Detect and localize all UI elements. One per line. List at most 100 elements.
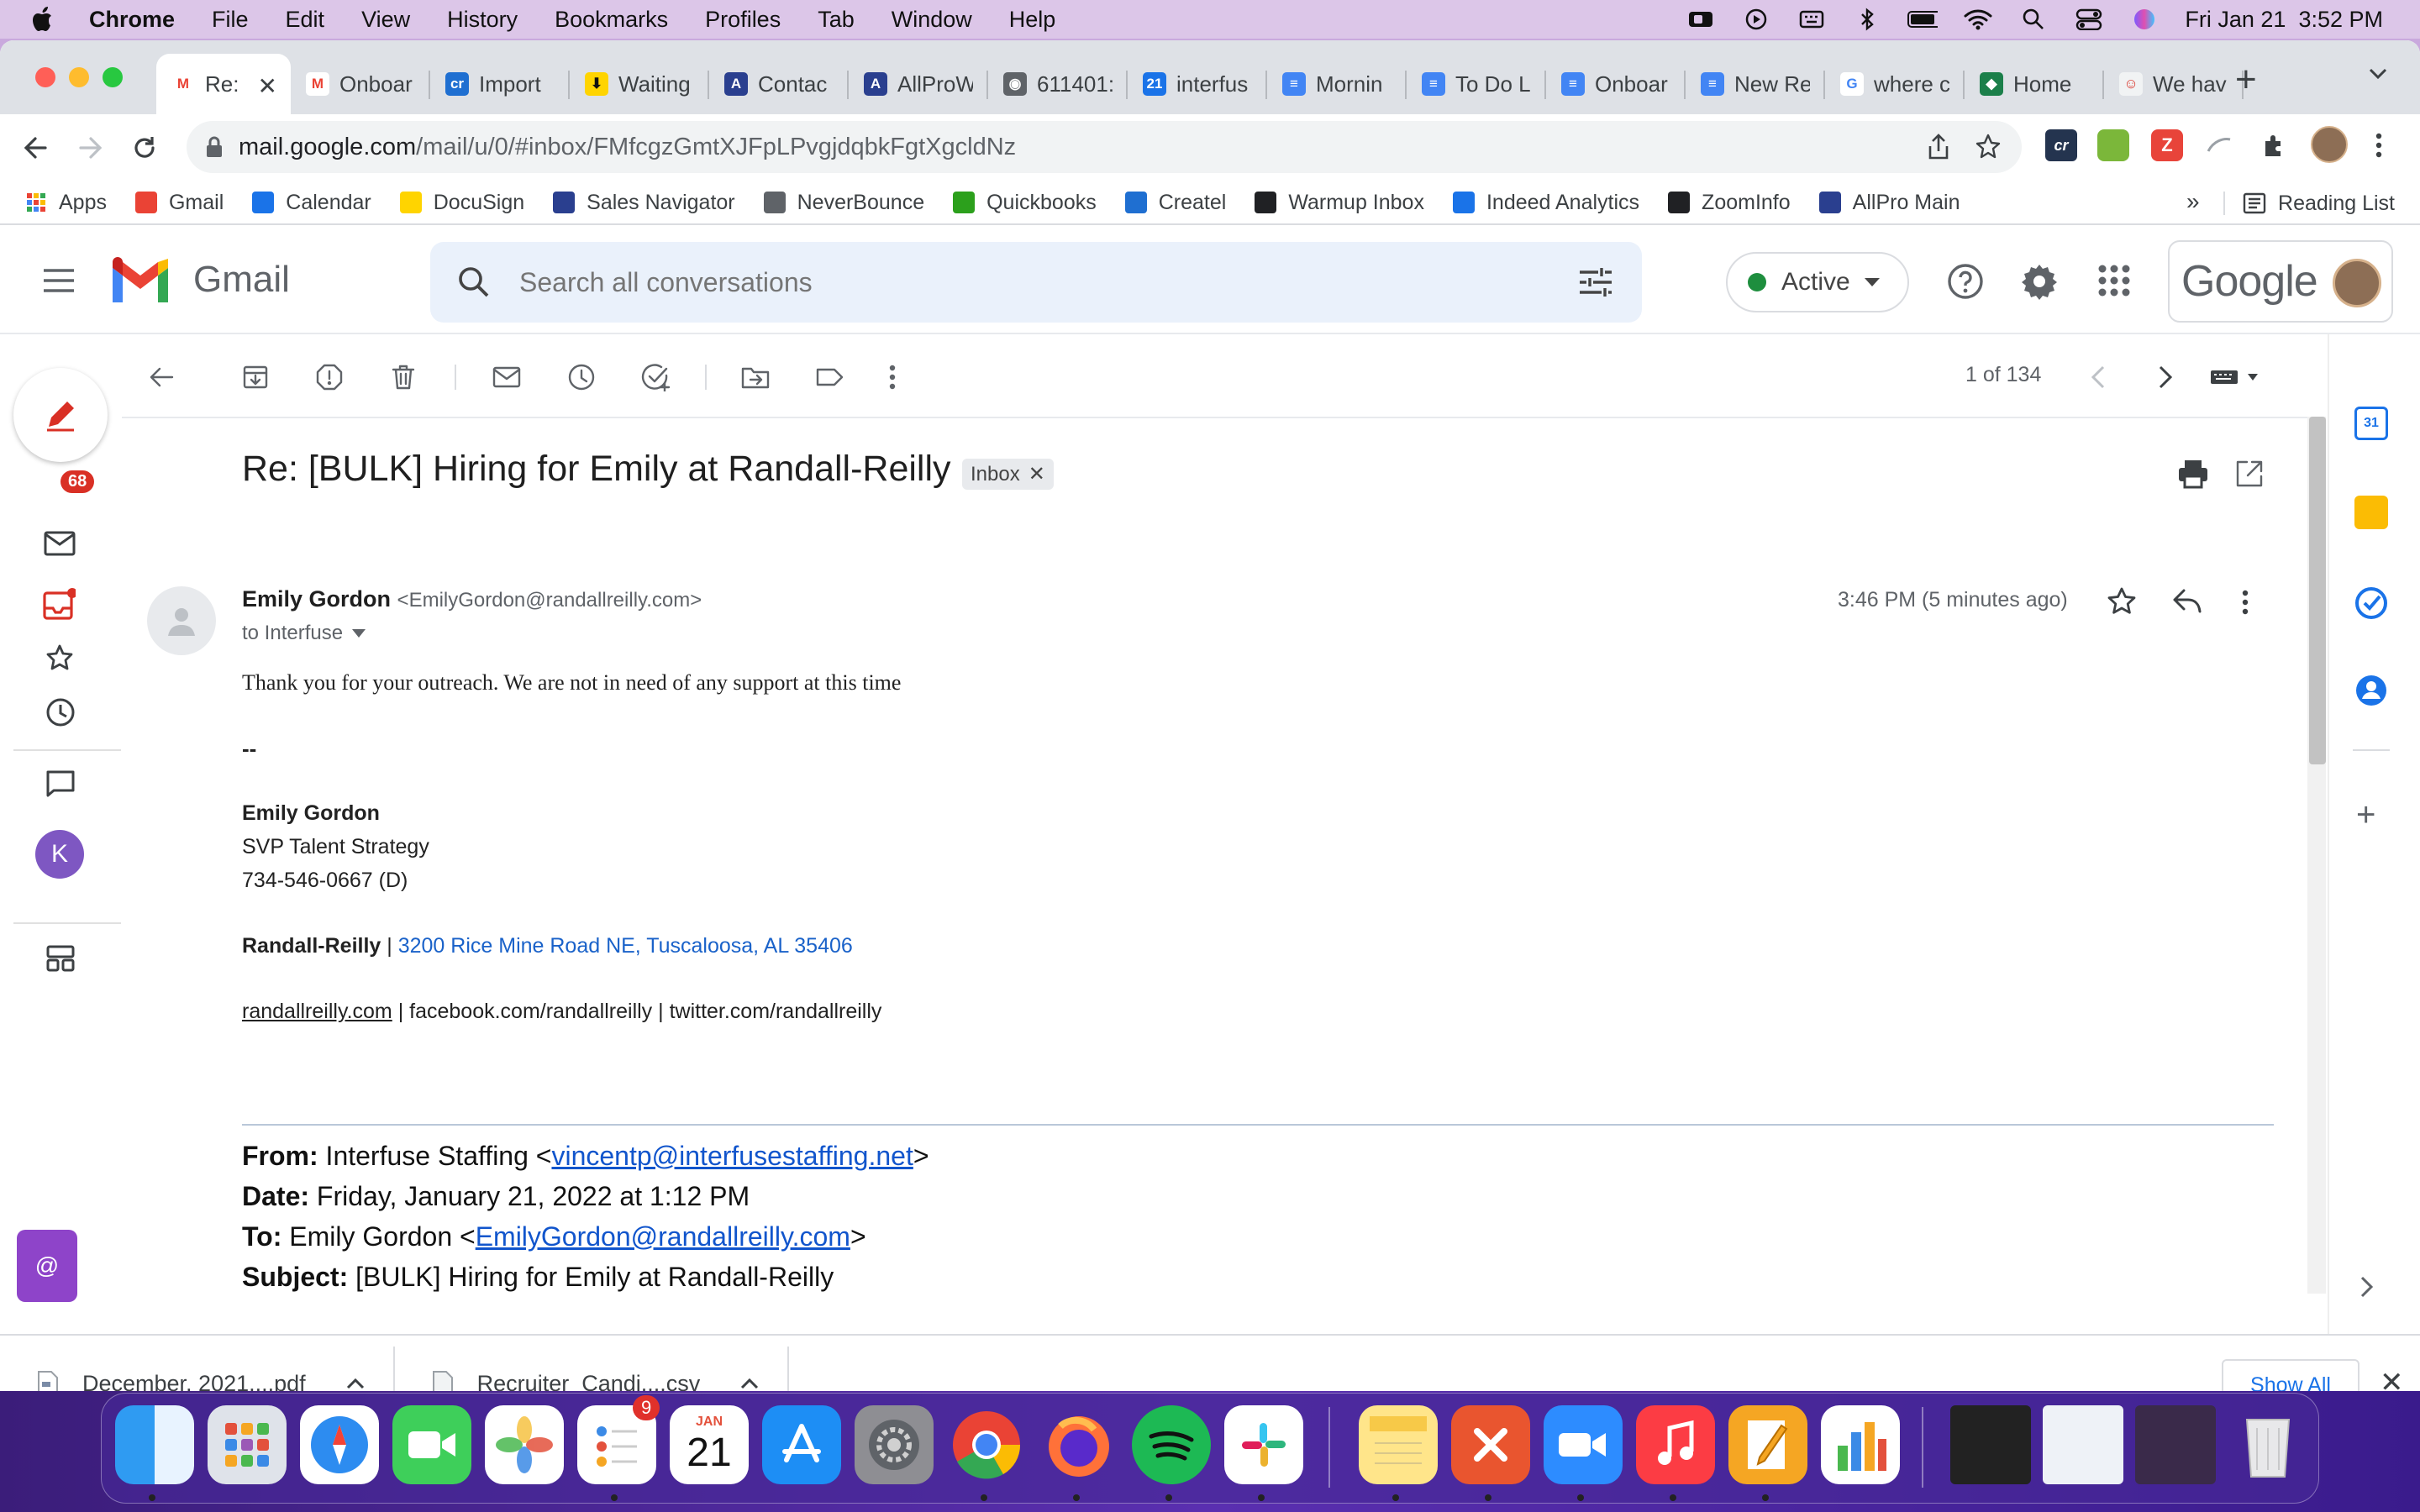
tab[interactable]: M Onboar — [291, 54, 430, 114]
bookmark-item[interactable]: Sales Navigator — [553, 191, 735, 215]
chat-icon[interactable] — [45, 769, 76, 798]
download-item-pdf[interactable]: December, 2021....pdf — [0, 1347, 395, 1391]
open-in-new-window-icon[interactable] — [2234, 459, 2265, 489]
menu-app-name[interactable]: Chrome — [89, 7, 175, 33]
menu-profiles[interactable]: Profiles — [705, 7, 781, 33]
floating-mention-button[interactable]: @ — [17, 1230, 77, 1302]
label-tag-icon[interactable] — [814, 363, 844, 391]
bookmark-item[interactable]: Quickbooks — [953, 191, 1097, 215]
account-avatar[interactable] — [2333, 259, 2381, 307]
move-to-folder-icon[interactable] — [740, 363, 771, 391]
zoom-window-button[interactable] — [103, 67, 123, 87]
dock-finder-icon[interactable] — [115, 1405, 194, 1484]
menu-file[interactable]: File — [212, 7, 249, 33]
siri-icon[interactable] — [2129, 8, 2160, 31]
input-tools-keyboard-icon[interactable] — [2209, 368, 2263, 386]
tab[interactable]: 21 interfus — [1128, 54, 1267, 114]
signature-address-link[interactable]: 3200 Rice Mine Road NE, Tuscaloosa, AL 3… — [398, 934, 853, 958]
menu-help[interactable]: Help — [1009, 7, 1056, 33]
main-menu-icon[interactable] — [42, 267, 76, 294]
dock-zoom-icon[interactable] — [1544, 1405, 1623, 1484]
delete-trash-icon[interactable] — [389, 363, 418, 391]
dock-chrome-icon[interactable] — [947, 1405, 1026, 1484]
apple-menu-icon[interactable] — [32, 6, 55, 33]
dock-numbers-icon[interactable] — [1821, 1405, 1900, 1484]
compose-button[interactable] — [13, 368, 108, 462]
reply-icon[interactable] — [2172, 588, 2202, 615]
search-bar[interactable] — [430, 242, 1642, 323]
dock-safari-icon[interactable] — [300, 1405, 379, 1484]
show-all-downloads-button[interactable]: Show All — [2222, 1359, 2360, 1391]
settings-gear-icon[interactable] — [2020, 262, 2059, 301]
minimize-window-button[interactable] — [69, 67, 89, 87]
dock-firefox-icon[interactable] — [1039, 1405, 1118, 1484]
archive-icon[interactable] — [241, 363, 270, 391]
tab[interactable]: Gwhere c — [1825, 54, 1965, 114]
dock-photos-icon[interactable] — [485, 1405, 564, 1484]
lock-icon[interactable] — [205, 135, 224, 159]
help-icon[interactable] — [1946, 262, 1985, 301]
search-options-sliders-icon[interactable] — [1578, 265, 1613, 299]
bookmark-item[interactable]: NeverBounce — [763, 191, 924, 215]
extension-cr-icon[interactable]: cr — [2045, 129, 2077, 161]
extension-frog-icon[interactable] — [2097, 129, 2129, 161]
download-item-csv[interactable]: Recruiter_Candi....csv — [395, 1347, 790, 1391]
quote-from-email-link[interactable]: vincentp@interfusestaffing.net — [551, 1141, 913, 1171]
tasks-addon-icon[interactable] — [2354, 586, 2388, 620]
bookmark-item[interactable]: Gmail — [134, 191, 224, 215]
bookmark-item[interactable]: AllPro Main — [1818, 191, 1960, 215]
extensions-puzzle-icon[interactable] — [2260, 131, 2289, 160]
print-icon[interactable] — [2177, 459, 2209, 489]
back-to-inbox-icon[interactable] — [147, 363, 176, 391]
tab[interactable]: cr Import — [430, 54, 570, 114]
menubar-clock[interactable]: Fri Jan 21 3:52 PM — [2185, 7, 2383, 33]
reading-list-button[interactable]: Reading List — [2243, 181, 2395, 225]
wifi-icon[interactable] — [1963, 8, 1993, 31]
google-account-box[interactable]: Google — [2168, 240, 2393, 323]
menu-window[interactable]: Window — [892, 7, 972, 33]
gmail-wordmark[interactable]: Gmail — [193, 259, 290, 301]
search-input[interactable] — [519, 266, 1528, 298]
tab[interactable]: ◆ Home — [1965, 54, 2104, 114]
keep-addon-icon[interactable] — [2354, 496, 2388, 529]
newer-chevron-left-icon[interactable] — [2090, 365, 2107, 390]
mark-unread-mail-icon[interactable] — [492, 363, 522, 391]
dock-spotify-icon[interactable] — [1132, 1405, 1211, 1484]
close-downloads-bar-icon[interactable]: ✕ — [2380, 1366, 2404, 1391]
menu-view[interactable]: View — [361, 7, 410, 33]
sender-avatar[interactable] — [147, 586, 216, 655]
dock-system-preferences-icon[interactable] — [855, 1405, 934, 1484]
url-text[interactable]: mail.google.com/mail/u/0/#inbox/FMfcgzGm… — [239, 134, 1016, 161]
dock-notes-icon[interactable] — [1359, 1405, 1438, 1484]
profile-avatar[interactable] — [2311, 126, 2348, 163]
meet-grid-icon[interactable] — [45, 944, 76, 973]
extension-misc-icon[interactable] — [2205, 133, 2233, 158]
dock-slack-icon[interactable] — [1224, 1405, 1303, 1484]
spaces-inbox-icon[interactable] — [42, 588, 76, 622]
bookmark-item[interactable]: DocuSign — [399, 191, 524, 215]
search-icon[interactable] — [457, 265, 491, 299]
tab[interactable]: ≡ To Do L — [1407, 54, 1546, 114]
bookmark-item[interactable]: Apps — [25, 191, 107, 215]
google-apps-grid-icon[interactable] — [2097, 264, 2131, 297]
scrollbar-thumb[interactable] — [2309, 417, 2326, 764]
spotlight-search-icon[interactable] — [2018, 8, 2049, 31]
status-active-chip[interactable]: Active — [1726, 252, 1909, 312]
more-options-icon[interactable] — [888, 363, 897, 391]
dock-remote-desktop-icon[interactable] — [1451, 1405, 1530, 1484]
tab-search-chevron-icon[interactable] — [2368, 67, 2388, 81]
account-k-avatar[interactable]: K — [35, 830, 84, 879]
tab[interactable]: ≡ Onboar — [1546, 54, 1686, 114]
menu-edit[interactable]: Edit — [286, 7, 325, 33]
calendar-addon-icon[interactable]: 31 — [2354, 407, 2388, 440]
reload-icon[interactable] — [129, 133, 160, 163]
signature-website-link[interactable]: randallreilly.com — [242, 1000, 392, 1023]
dock-launchpad-icon[interactable] — [208, 1405, 287, 1484]
bookmarks-overflow-chevron[interactable]: » — [2186, 188, 2200, 215]
tab[interactable]: A AllProW — [849, 54, 988, 114]
star-message-icon[interactable] — [2107, 586, 2137, 617]
dock-calendar-icon[interactable]: JAN 21 — [670, 1405, 749, 1484]
contacts-addon-icon[interactable] — [2354, 674, 2388, 707]
new-tab-button[interactable]: + — [2235, 59, 2257, 101]
forward-arrow-icon[interactable] — [76, 133, 106, 163]
